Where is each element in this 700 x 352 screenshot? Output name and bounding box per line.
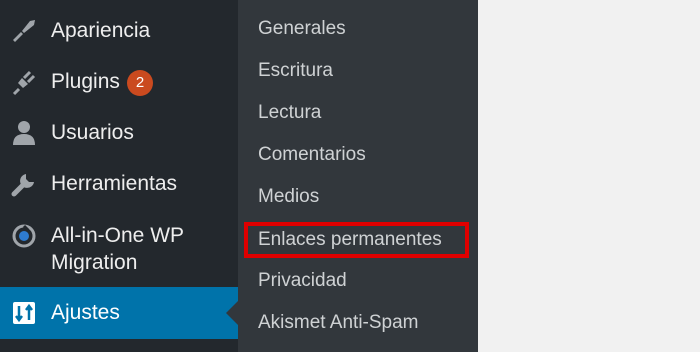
plugin-update-count-badge: 2 [127, 70, 153, 96]
highlight-annotation-box [244, 222, 469, 258]
submenu-item-comentarios[interactable]: Comentarios [258, 143, 366, 167]
sidebar-item-label: Ajustes [51, 301, 120, 324]
brush-icon [10, 17, 38, 45]
main-content-area [478, 0, 700, 352]
submenu-item-generales[interactable]: Generales [258, 17, 346, 41]
migration-icon [10, 222, 38, 250]
sidebar-item-label: Plugins [51, 70, 120, 93]
current-menu-arrow [226, 301, 238, 325]
submenu-item-akismet-anti-spam[interactable]: Akismet Anti-Spam [258, 311, 419, 335]
sidebar-item-usuarios[interactable]: Usuarios [0, 119, 238, 147]
sidebar-item-all-in-one-wp-migration[interactable]: All-in-One WP Migration [0, 222, 238, 278]
plug-icon [10, 68, 38, 96]
settings-submenu: Generales Escritura Lectura Comentarios … [238, 0, 478, 352]
sidebar-item-label-line2: Migration [51, 251, 138, 274]
sidebar-item-herramientas[interactable]: Herramientas [0, 170, 238, 198]
admin-sidebar: Apariencia Plugins 2 Usuarios Herramient… [0, 0, 238, 352]
user-icon [10, 119, 38, 147]
sidebar-item-label: Herramientas [51, 172, 178, 195]
submenu-item-escritura[interactable]: Escritura [258, 59, 333, 83]
sidebar-item-plugins[interactable]: Plugins [0, 68, 238, 96]
submenu-item-medios[interactable]: Medios [258, 185, 319, 209]
submenu-item-lectura[interactable]: Lectura [258, 101, 321, 125]
sidebar-item-label: Usuarios [51, 121, 134, 144]
sidebar-item-ajustes[interactable]: Ajustes [0, 287, 238, 339]
settings-icon [10, 299, 38, 327]
sidebar-item-label: Apariencia [51, 19, 151, 42]
submenu-item-privacidad[interactable]: Privacidad [258, 269, 347, 293]
wrench-icon [10, 170, 38, 198]
sidebar-item-label: All-in-One WP [51, 224, 185, 247]
sidebar-item-apariencia[interactable]: Apariencia [0, 17, 238, 45]
